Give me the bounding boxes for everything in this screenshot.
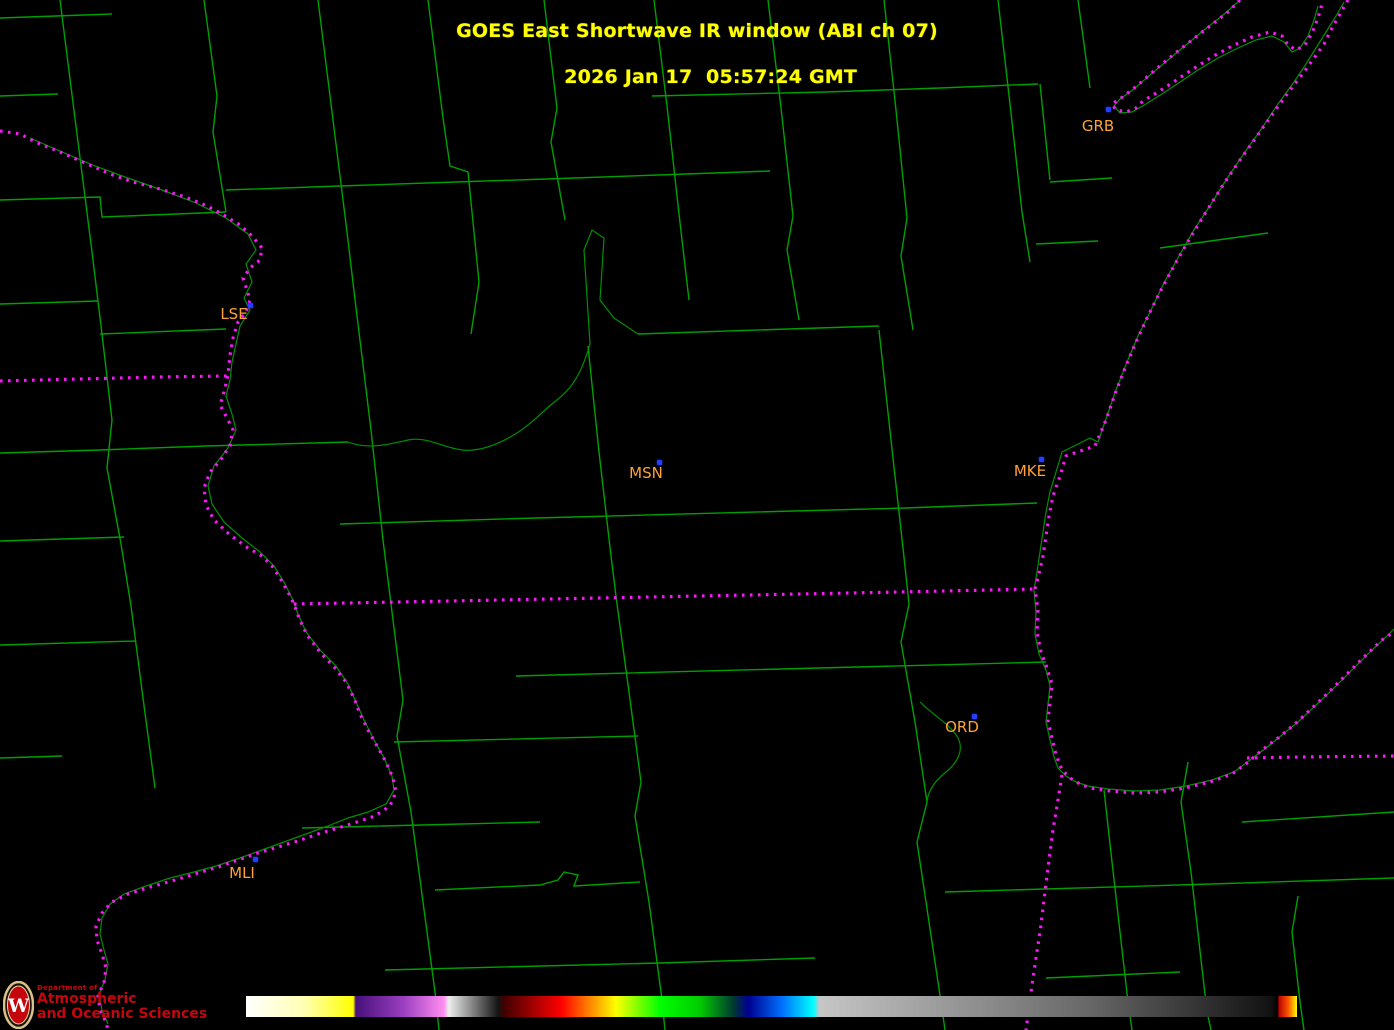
station-dot-grb bbox=[1106, 107, 1111, 112]
river-near-ord bbox=[920, 702, 960, 802]
station-dot-lse bbox=[248, 303, 253, 308]
state-border-ia-mn-dotted bbox=[0, 376, 228, 381]
title-line2: 2026 Jan 17 05:57:24 GMT bbox=[564, 66, 857, 88]
state-border-mississippi-dotted bbox=[0, 131, 396, 1030]
ir-enhancement-colorbar bbox=[246, 996, 1297, 1017]
uw-aos-wordmark: Department of Atmospheric and Oceanic Sc… bbox=[37, 984, 207, 1022]
state-border-in-mi-dotted bbox=[1247, 756, 1394, 758]
station-label-mke: MKE bbox=[1014, 462, 1046, 480]
state-border-il-in-dotted bbox=[1026, 775, 1062, 1030]
station-label-lse: LSE bbox=[220, 305, 247, 323]
station-label-grb: GRB bbox=[1082, 117, 1114, 135]
station-label-ord: ORD bbox=[945, 718, 979, 736]
river-wisconsin bbox=[348, 230, 638, 450]
uw-aos-logo: W Department of Atmospheric and Oceanic … bbox=[3, 981, 233, 1030]
river-mississippi bbox=[30, 138, 394, 1024]
station-label-msn: MSN bbox=[629, 464, 663, 482]
uw-crest-icon: W bbox=[3, 981, 34, 1029]
state-border-wi-il-dotted bbox=[294, 589, 1035, 604]
svg-text:W: W bbox=[7, 995, 30, 1017]
station-dot-mli bbox=[253, 857, 258, 862]
map-canvas bbox=[0, 0, 1394, 1030]
title-line1: GOES East Shortwave IR window (ABI ch 07… bbox=[456, 20, 938, 42]
image-title: GOES East Shortwave IR window (ABI ch 07… bbox=[0, 20, 1394, 112]
logo-atmospheric-line: Atmospheric bbox=[37, 992, 207, 1007]
station-label-mli: MLI bbox=[229, 864, 255, 882]
logo-oceanic-line: and Oceanic Sciences bbox=[37, 1007, 207, 1022]
satellite-viewer: GOES East Shortwave IR window (ABI ch 07… bbox=[0, 0, 1394, 1030]
